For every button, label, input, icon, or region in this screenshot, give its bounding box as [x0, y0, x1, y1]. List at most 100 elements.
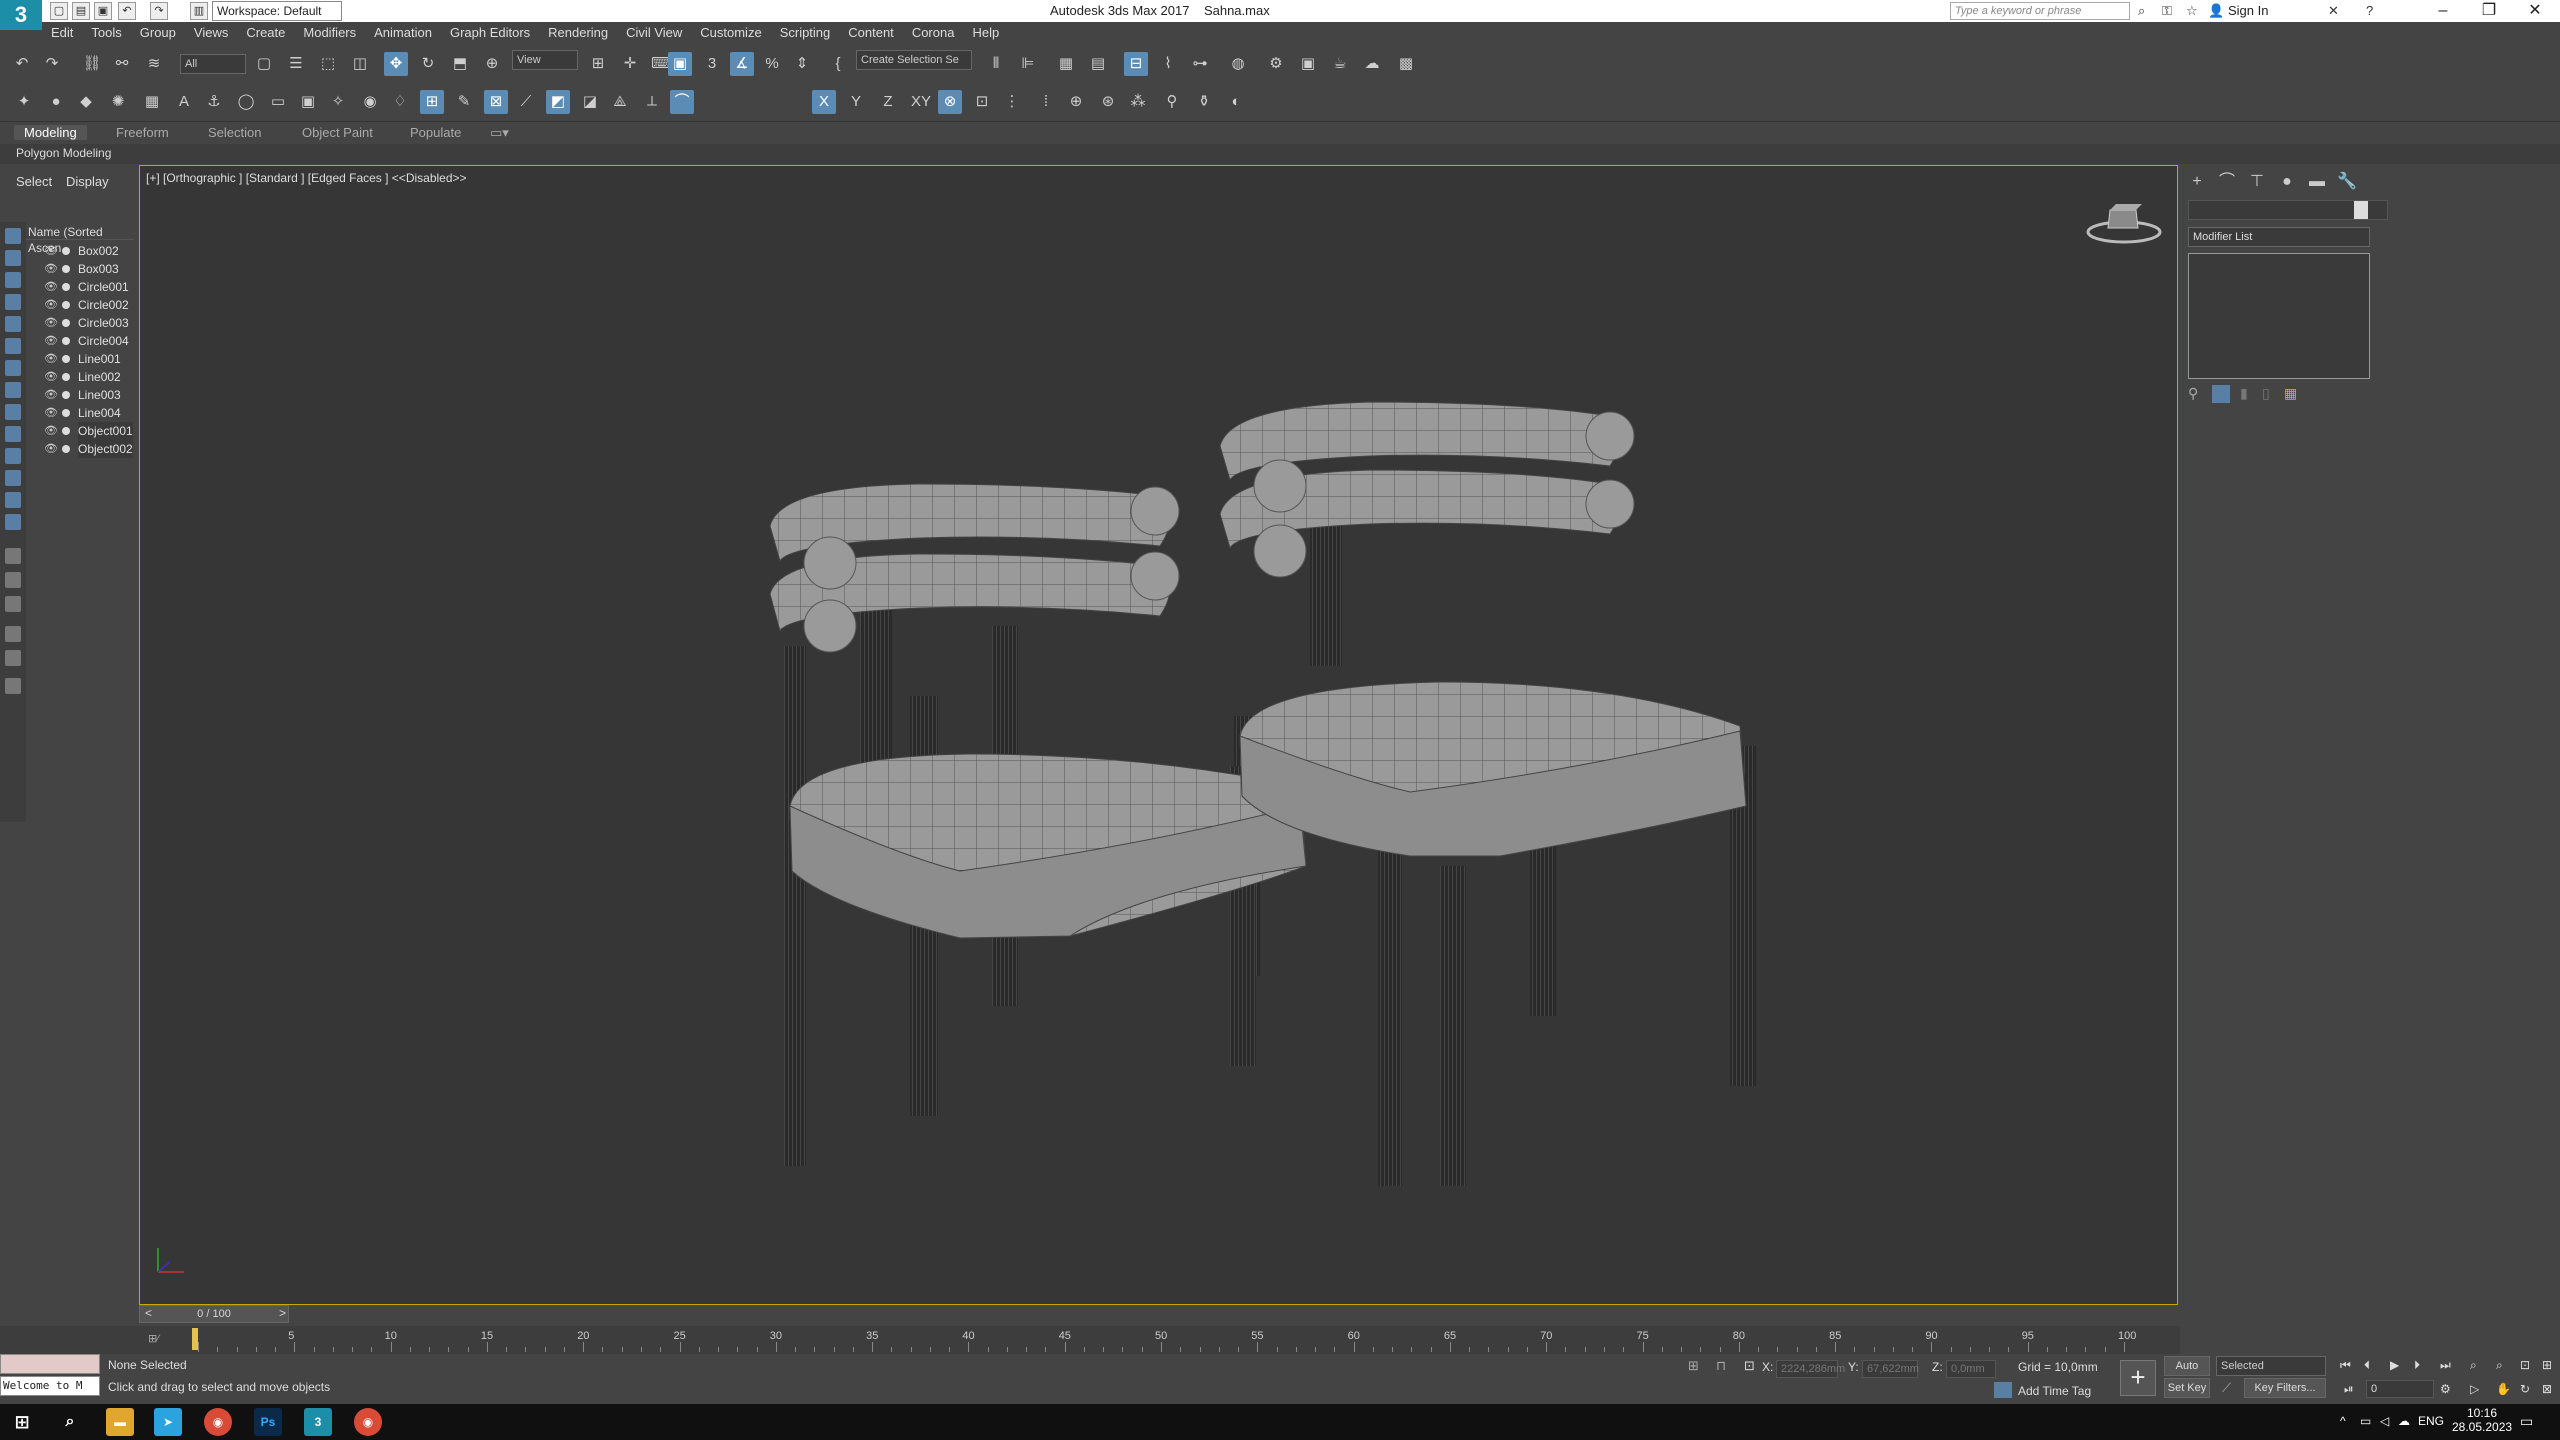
display-dependents-icon[interactable] — [5, 596, 21, 612]
freeze-dot-icon[interactable] — [62, 265, 70, 273]
corona-camera-icon[interactable]: ◉ — [358, 90, 382, 114]
name-column-header[interactable]: Name (Sorted Ascen — [26, 224, 134, 255]
next-frame-icon[interactable]: > — [279, 1306, 286, 1320]
workspace-dropdown[interactable]: Workspace: Default — [212, 1, 342, 21]
visibility-eye-icon[interactable]: 👁 — [44, 332, 58, 350]
visibility-eye-icon[interactable]: 👁 — [44, 404, 58, 422]
axis-xy-button[interactable]: XY — [906, 90, 936, 114]
grid-snap-icon[interactable]: ⊞ — [420, 90, 444, 114]
modifier-stack[interactable] — [2188, 253, 2370, 379]
constraint-icon[interactable]: ⊡ — [970, 90, 994, 114]
scene-item[interactable]: 👁 Line002 — [26, 368, 134, 386]
zoom-all-icon[interactable]: ⌕ — [2496, 1358, 2503, 1373]
scene-item[interactable]: 👁 Circle003 — [26, 314, 134, 332]
display-all-icon[interactable] — [5, 250, 21, 266]
lights-filter-icon[interactable] — [5, 316, 21, 332]
visibility-eye-icon[interactable]: 👁 — [44, 278, 58, 296]
scene-item[interactable]: 👁 Object001 — [26, 422, 134, 440]
cameras-filter-icon[interactable] — [5, 338, 21, 354]
field-of-view-icon[interactable]: ▷ — [2470, 1382, 2479, 1396]
magic-wand-icon[interactable]: ⁂ — [1126, 90, 1150, 114]
pivot-center-icon[interactable]: ⊞ — [586, 52, 610, 76]
menu-customize[interactable]: Customize — [691, 22, 770, 44]
freeze-dot-icon[interactable] — [62, 355, 70, 363]
vertex-snap-icon[interactable]: ⊠ — [484, 90, 508, 114]
hidden-filter-icon[interactable] — [5, 514, 21, 530]
geometry-filter-icon[interactable] — [5, 272, 21, 288]
menu-help[interactable]: Help — [963, 22, 1008, 44]
percent-snap-icon[interactable]: % — [760, 52, 784, 76]
menu-create[interactable]: Create — [237, 22, 294, 44]
spinner-snap-icon[interactable]: ⇕ — [790, 52, 814, 76]
menu-edit[interactable]: Edit — [42, 22, 82, 44]
zoom-extents-icon[interactable]: ⊡ — [2520, 1358, 2530, 1372]
spacewarps-filter-icon[interactable] — [5, 382, 21, 398]
maximize-viewport-icon[interactable]: ⊠ — [2542, 1382, 2552, 1396]
select-manipulate-icon[interactable]: ✛ — [618, 52, 642, 76]
edit-named-selection-icon[interactable]: { — [826, 52, 850, 76]
scene-item[interactable]: 👁 Line004 — [26, 404, 134, 422]
pivot-icon[interactable]: ⊛ — [1096, 90, 1120, 114]
key-tangent-icon[interactable]: ⟋ — [2222, 1380, 2231, 1396]
freeze-dot-icon[interactable] — [62, 283, 70, 291]
visibility-eye-icon[interactable]: 👁 — [44, 350, 58, 368]
scene-item[interactable]: 👁 Object002 — [26, 440, 134, 458]
box-icon[interactable]: ▣ — [296, 90, 320, 114]
select-by-name-icon[interactable]: ☰ — [284, 52, 308, 76]
grid-icon[interactable]: ▦ — [140, 90, 164, 114]
mirror-icon[interactable]: ⫴ — [984, 52, 1008, 76]
pen-icon[interactable]: ✎ — [452, 90, 476, 114]
select-rotate-icon[interactable]: ↻ — [416, 52, 440, 76]
freeze-dot-icon[interactable] — [62, 445, 70, 453]
zoom-extents-all-icon[interactable]: ⊞ — [2542, 1358, 2552, 1372]
filter-icon[interactable] — [5, 650, 21, 666]
maxscript-listener-field[interactable] — [0, 1354, 100, 1374]
material-editor-icon[interactable]: ◍ — [1226, 52, 1250, 76]
menu-group[interactable]: Group — [131, 22, 185, 44]
pan-view-icon[interactable]: ✋ — [2496, 1382, 2511, 1396]
tab-modeling[interactable]: Modeling — [14, 125, 87, 140]
key-mode-toggle-icon[interactable]: ⏯ — [2344, 1382, 2354, 1397]
tangent-snap-icon[interactable]: ⌒ — [670, 90, 694, 114]
menu-modifiers[interactable]: Modifiers — [294, 22, 365, 44]
maxscript-mini-listener[interactable]: Welcome to M — [0, 1376, 100, 1396]
motion-tab-icon[interactable]: ● — [2276, 171, 2298, 193]
axis-z-button[interactable]: Z — [876, 90, 900, 114]
orbit-icon[interactable]: ↻ — [2520, 1382, 2530, 1396]
restore-icon[interactable]: ❐ — [2466, 0, 2512, 22]
key-mode-dropdown[interactable]: Selected — [2216, 1356, 2326, 1376]
menu-rendering[interactable]: Rendering — [539, 22, 617, 44]
bones-filter-icon[interactable] — [5, 448, 21, 464]
current-frame-field[interactable]: 0 — [2366, 1380, 2434, 1398]
visibility-eye-icon[interactable]: 👁 — [44, 368, 58, 386]
pivot-snap-icon[interactable]: ◪ — [578, 90, 602, 114]
render-in-cloud-icon[interactable]: ☁ — [1360, 52, 1384, 76]
freeze-dot-icon[interactable] — [62, 409, 70, 417]
bind-space-warp-icon[interactable]: ≋ — [142, 52, 166, 76]
lightbulb-icon[interactable]: ♢ — [388, 90, 412, 114]
undo-icon[interactable]: ↶ — [118, 2, 136, 20]
prev-key-icon[interactable]: ⏴ — [2364, 1358, 2370, 1373]
display-none-icon[interactable] — [5, 228, 21, 244]
utilities-tab-icon[interactable]: 🔧 — [2336, 171, 2358, 193]
y-coordinate-field[interactable]: 67,622mm — [1862, 1360, 1919, 1378]
selection-set-dropdown[interactable]: Create Selection Se — [856, 50, 972, 70]
scene-explorer-icon[interactable]: ▦ — [1054, 52, 1078, 76]
scene-item[interactable]: 👁 Circle002 — [26, 296, 134, 314]
curve-editor-icon[interactable]: ⌇ — [1156, 52, 1180, 76]
reference-coord-dropdown[interactable]: View — [512, 50, 578, 70]
render-icon[interactable]: ☕ — [1328, 52, 1352, 76]
z-coordinate-field[interactable]: 0,0mm — [1946, 1360, 1996, 1378]
clone-align-icon[interactable]: ⊕ — [1064, 90, 1088, 114]
display-influences-icon[interactable] — [5, 572, 21, 588]
axis-constraint-icon[interactable]: ⊗ — [938, 90, 962, 114]
polygon-modeling-label[interactable]: Polygon Modeling — [16, 146, 111, 160]
binoculars-icon[interactable]: ⌕ — [2138, 3, 2145, 19]
bbox-snap-icon[interactable]: ⟁ — [608, 90, 632, 114]
tab-selection[interactable]: Selection — [208, 125, 261, 140]
paint-icon[interactable]: ⚲ — [1160, 90, 1184, 114]
menu-civil-view[interactable]: Civil View — [617, 22, 691, 44]
text-tool-icon[interactable]: A — [172, 90, 196, 114]
face-snap-icon[interactable]: ◩ — [546, 90, 570, 114]
ribbon-options-icon[interactable]: ▭▾ — [490, 125, 509, 141]
